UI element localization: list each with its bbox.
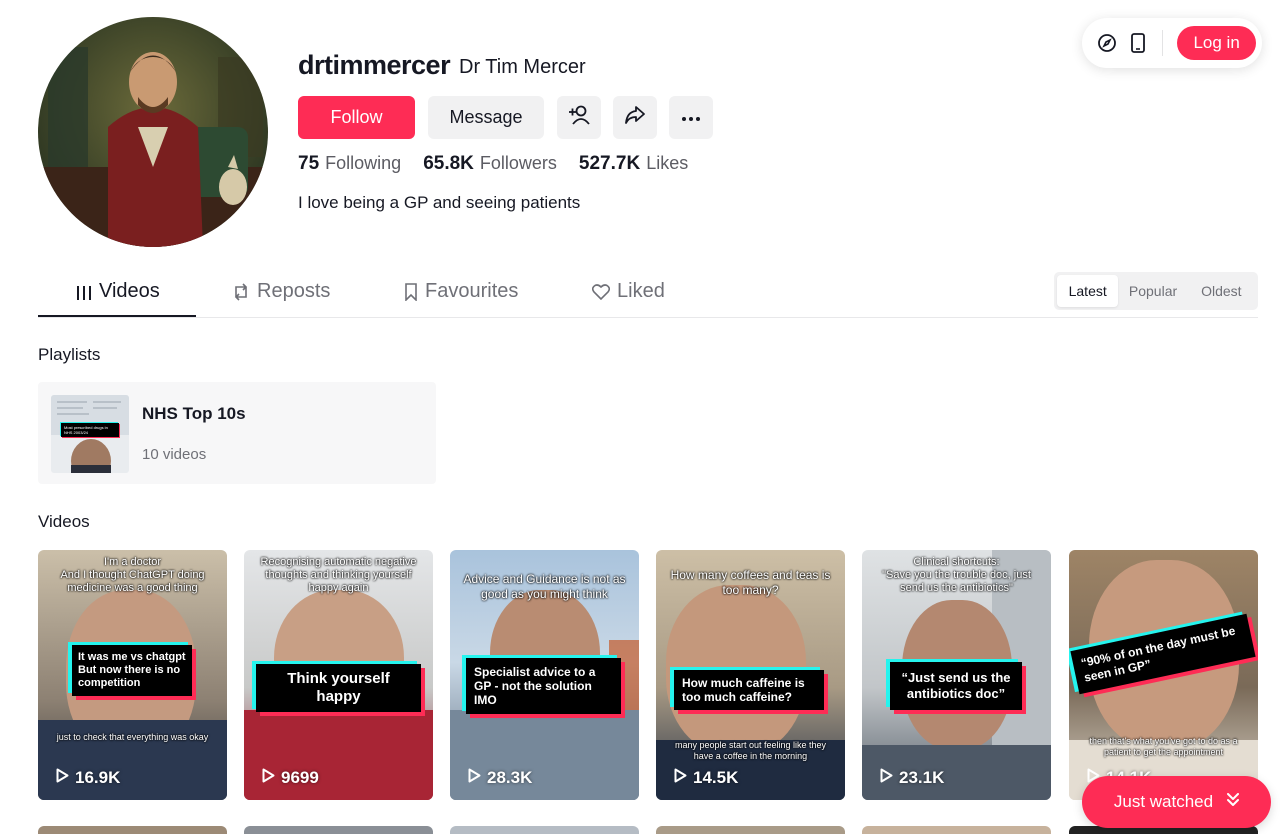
video-subtitle: just to check that everything was okay	[56, 732, 209, 742]
video-caption: How much caffeine is too much caffeine?	[674, 670, 824, 710]
video-caption: “Just send us the antibiotics doc”	[890, 662, 1022, 710]
double-chevron-down-icon	[1227, 792, 1240, 812]
video-card[interactable]: How many coffees and teas is too many? H…	[656, 550, 845, 800]
sort-oldest[interactable]: Oldest	[1188, 275, 1255, 307]
video-card-partial[interactable]	[862, 826, 1051, 834]
view-count: 23.1K	[880, 768, 944, 788]
view-count-value: 14.5K	[693, 768, 739, 787]
view-count-value: 9699	[281, 768, 319, 787]
divider	[1162, 30, 1164, 56]
play-icon	[262, 768, 275, 788]
video-overlay-text: Advice and Guidance is not as good as yo…	[463, 572, 626, 601]
view-count-value: 23.1K	[899, 768, 945, 787]
sort-control: Latest Popular Oldest	[1054, 272, 1258, 310]
video-card-partial[interactable]	[656, 826, 845, 834]
likes-count: 527.7K	[578, 153, 641, 174]
video-card-partial[interactable]	[450, 826, 639, 834]
sort-latest[interactable]: Latest	[1057, 275, 1119, 307]
share-button[interactable]	[613, 96, 657, 139]
play-icon	[56, 768, 69, 788]
likes-label: Likes	[646, 153, 689, 173]
profile-stats: 75 Following 65.8K Followers 527.7K Likes	[298, 153, 688, 175]
view-count-value: 28.3K	[487, 768, 533, 787]
message-button[interactable]: Message	[428, 96, 544, 139]
tab-reposts[interactable]: Reposts	[232, 280, 330, 318]
more-icon	[681, 109, 701, 127]
add-user-icon	[568, 105, 590, 130]
play-icon	[880, 768, 893, 788]
followers-stat[interactable]: 65.8K Followers	[423, 153, 557, 175]
profile-username: drtimmercer	[298, 50, 451, 80]
tab-favourites-label: Favourites	[425, 280, 519, 302]
profile-display-name: Dr Tim Mercer	[459, 56, 586, 78]
following-label: Following	[325, 153, 402, 173]
play-icon	[674, 768, 687, 788]
grid-icon	[76, 284, 92, 307]
view-count: 9699	[262, 768, 319, 788]
video-card-partial[interactable]	[38, 826, 227, 834]
repost-icon	[232, 283, 250, 307]
sort-popular[interactable]: Popular	[1118, 275, 1187, 307]
video-caption: It was me vs chatgpt But now there is no…	[72, 645, 192, 696]
tab-liked-label: Liked	[617, 280, 665, 302]
video-card[interactable]: “90% of on the day must be seen in GP” t…	[1069, 550, 1258, 800]
follow-button[interactable]: Follow	[298, 96, 415, 139]
tab-favourites[interactable]: Favourites	[404, 280, 518, 318]
video-subtitle: then that's what you've got to do as a p…	[1089, 736, 1238, 757]
video-overlay-text: Clinical shortcuts: "Save you the troubl…	[882, 556, 1031, 594]
followers-count: 65.8K	[423, 153, 474, 174]
tab-liked[interactable]: Liked	[591, 280, 665, 318]
play-icon	[468, 768, 481, 788]
view-count: 28.3K	[468, 768, 532, 788]
video-overlay-text: Recognising automatic negative thoughts …	[260, 556, 417, 594]
avatar	[38, 17, 268, 247]
top-actions: Log in	[1082, 18, 1262, 68]
followers-label: Followers	[479, 153, 557, 173]
video-overlay-text: How many coffees and teas is too many?	[670, 568, 831, 597]
just-watched-label: Just watched	[1113, 792, 1214, 811]
playlist-video-count: 10 videos	[142, 446, 207, 463]
video-card-partial[interactable]	[244, 826, 433, 834]
active-tab-indicator	[38, 315, 196, 317]
video-card[interactable]: Recognising automatic negative thoughts …	[244, 550, 433, 800]
profile-bio: I love being a GP and seeing patients	[298, 193, 581, 212]
just-watched-button[interactable]: Just watched	[1082, 776, 1271, 828]
video-card[interactable]: I'm a doctor And I thought ChatGPT doing…	[38, 550, 227, 800]
view-count: 16.9K	[56, 768, 120, 788]
share-icon	[624, 105, 646, 130]
likes-stat: 527.7K Likes	[579, 153, 688, 175]
video-subtitle: many people start out feeling like they …	[674, 740, 827, 761]
more-options-button[interactable]	[669, 96, 713, 139]
playlist-name: NHS Top 10s	[142, 404, 246, 423]
video-overlay-text: I'm a doctor And I thought ChatGPT doing…	[60, 556, 205, 594]
playlists-heading: Playlists	[38, 345, 101, 364]
tab-reposts-label: Reposts	[257, 280, 331, 302]
playlist-card[interactable]: Most prescribed drugs in NHS 2003/24 NHS…	[38, 382, 436, 484]
heart-icon	[591, 283, 611, 306]
view-count: 14.5K	[674, 768, 738, 788]
add-friend-button[interactable]	[557, 96, 601, 139]
videos-heading: Videos	[38, 512, 90, 531]
login-button[interactable]: Log in	[1177, 26, 1256, 60]
following-count: 75	[298, 153, 320, 174]
video-card[interactable]: Advice and Guidance is not as good as yo…	[450, 550, 639, 800]
bookmark-icon	[404, 283, 418, 307]
compass-icon[interactable]	[1096, 32, 1117, 54]
video-caption: Specialist advice to a GP - not the solu…	[466, 658, 621, 714]
tab-videos[interactable]: Videos	[76, 280, 160, 318]
video-card[interactable]: Clinical shortcuts: "Save you the troubl…	[862, 550, 1051, 800]
following-stat[interactable]: 75 Following	[298, 153, 401, 175]
tab-videos-label: Videos	[99, 280, 160, 302]
playlist-thumb-caption: Most prescribed drugs in NHS 2003/24	[61, 423, 119, 437]
video-caption: Think yourself happy	[256, 664, 421, 712]
playlist-thumbnail: Most prescribed drugs in NHS 2003/24	[51, 395, 129, 473]
phone-icon[interactable]	[1127, 32, 1148, 54]
view-count-value: 16.9K	[75, 768, 121, 787]
